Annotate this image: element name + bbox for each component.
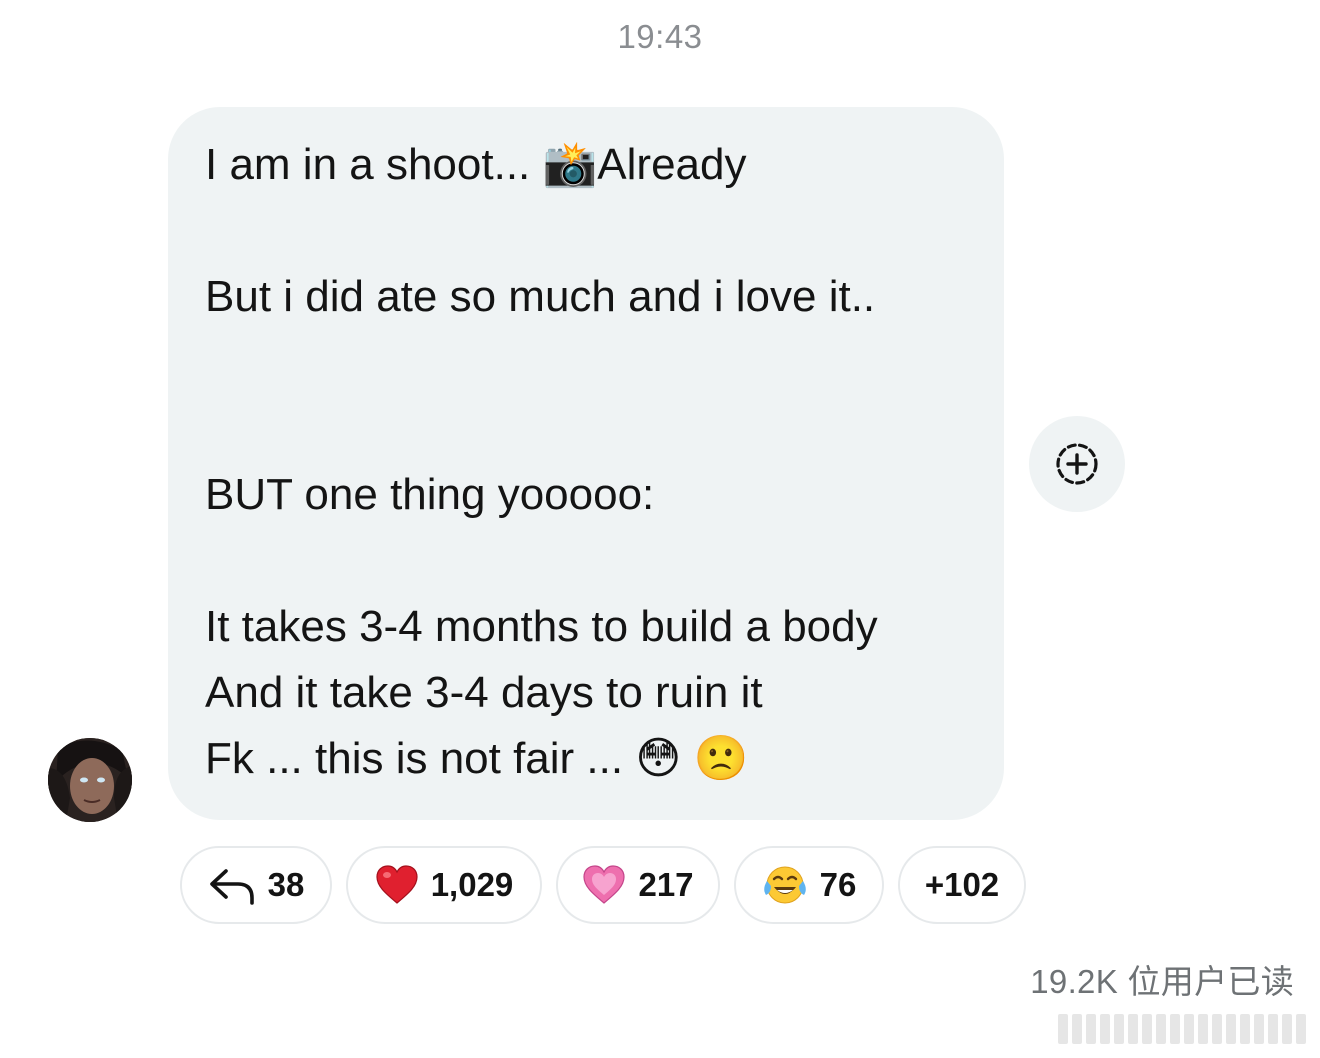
message-line-5: And it take 3-4 days to ruin it [205,668,763,717]
tears-of-joy-count: 76 [819,866,857,903]
pink-heart-count: 217 [638,866,694,903]
flushed-face-icon: 😳 [635,733,682,784]
message-line-4: It takes 3-4 months to build a body [205,602,878,651]
reaction-tears-of-joy[interactable]: 76 [734,846,884,924]
reply-button[interactable]: 38 [180,846,332,924]
message-line-2: But i did ate so much and i love it.. [205,272,876,321]
more-reactions-button[interactable]: +102 [898,846,1026,924]
message-bubble[interactable]: I am in a shoot... 📸Already But i did at… [168,107,1004,820]
message-line-6: Fk ... this is not fair ... 😳 🙁 [205,733,749,784]
tears-of-joy-icon [762,863,808,907]
add-reaction-button[interactable] [1029,416,1125,512]
camera-flash-icon: 📸 [542,139,598,190]
red-heart-icon [375,865,419,905]
pink-heart-icon [582,865,626,905]
reaction-red-heart[interactable]: 1,029 [346,846,542,924]
message-line-1: I am in a shoot... 📸Already [205,139,747,190]
reaction-pink-heart[interactable]: 217 [556,846,720,924]
frowning-face-icon: 🙁 [693,733,749,784]
read-receipt: 19.2K 位用户已读 [1030,963,1294,1000]
message-timestamp: 19:43 [617,18,703,55]
user-avatar[interactable] [48,738,132,822]
message-line-3: BUT one thing yooooo: [205,470,655,519]
red-heart-count: 1,029 [430,866,514,903]
add-reaction-icon [1056,443,1098,485]
more-reactions-count: +102 [924,866,1000,903]
reply-arrow-icon [208,865,256,905]
watermark [1058,1014,1306,1044]
reply-count: 38 [267,866,305,903]
avatar-portrait [48,738,132,822]
